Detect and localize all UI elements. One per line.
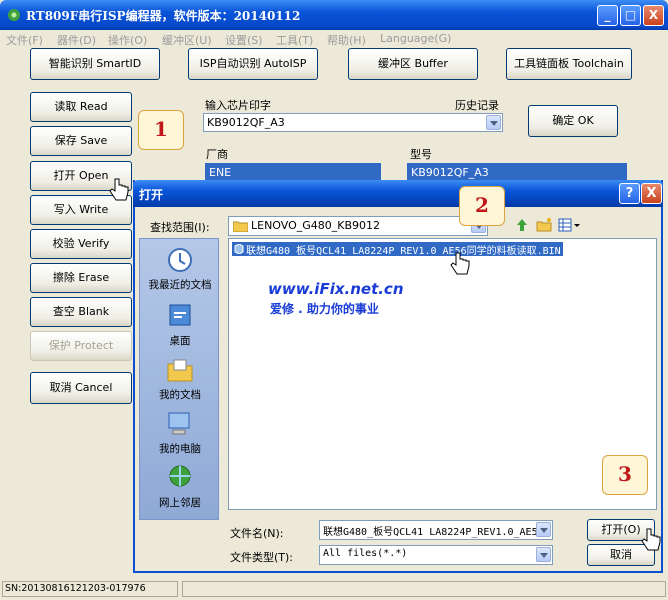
menu-bar: 文件(F) 器件(D) 操作(O) 缓冲区(U) 设置(S) 工具(T) 帮助(… <box>0 30 668 47</box>
filename-label: 文件名(N): <box>230 527 284 540</box>
erase-button[interactable]: 擦除 Erase <box>30 263 132 293</box>
model-field: KB9012QF_A3 <box>407 163 627 181</box>
filetype-label: 文件类型(T): <box>230 551 294 564</box>
hand-cursor-icon <box>109 178 129 201</box>
desktop-icon <box>169 304 191 326</box>
toolchain-button[interactable]: 工具链面板 Toolchain <box>506 48 632 80</box>
maximize-button[interactable]: □ <box>620 5 641 26</box>
menu-settings[interactable]: 设置(S) <box>225 32 263 48</box>
title-bar: RT809F串行ISP编程器，软件版本：20140112 _ □ X <box>0 0 668 30</box>
place-my-documents[interactable]: 我的文档 <box>140 355 220 402</box>
menu-file[interactable]: 文件(F) <box>6 32 43 48</box>
watermark-slogan: 爱修 . 助力你的事业 <box>270 302 379 316</box>
folder-icon <box>233 221 248 232</box>
dialog-close-button[interactable]: X <box>641 183 662 204</box>
menu-language[interactable]: Language(G) <box>380 32 451 45</box>
dialog-title: 打开 <box>139 188 164 202</box>
status-panel <box>182 581 666 597</box>
list-item[interactable]: 联想G480_板号QCL41 LA8224P_REV1.0_AE56同学的料板读… <box>232 242 563 257</box>
chip-input-value: KB9012QF_A3 <box>207 116 285 129</box>
chip-input-combo[interactable]: KB9012QF_A3 <box>203 113 503 132</box>
callout-2: 2 <box>459 186 505 226</box>
dialog-title-bar: 打开 ? X <box>133 180 663 207</box>
lookin-combo[interactable]: LENOVO_G480_KB9012 <box>228 216 488 236</box>
lookin-label: 查找范围(I): <box>150 221 210 234</box>
place-network[interactable]: 网上邻居 <box>140 463 220 510</box>
protect-button[interactable]: 保护 Protect <box>30 331 132 361</box>
my-documents-icon <box>167 359 193 382</box>
minimize-button[interactable]: _ <box>597 5 618 26</box>
filename-value: 联想G480_板号QCL41 LA8224P_REV1.0_AE5( <box>323 527 544 538</box>
save-button[interactable]: 保存 Save <box>30 126 132 156</box>
file-list[interactable]: 联想G480_板号QCL41 LA8224P_REV1.0_AE56同学的料板读… <box>228 238 657 510</box>
menu-buffer[interactable]: 缓冲区(U) <box>162 32 212 48</box>
file-name: 联想G480_板号QCL41 LA8224P_REV1.0_AE56同学的料板读… <box>246 246 561 257</box>
autoisp-button[interactable]: ISP自动识别 AutoISP <box>188 48 318 80</box>
status-bar: SN:20130816121203-017976 <box>2 580 666 598</box>
history-label: 历史记录 <box>455 99 499 112</box>
callout-3: 3 <box>602 455 648 495</box>
confirm-button[interactable]: 确定 OK <box>528 105 618 137</box>
smartid-button[interactable]: 智能识别 SmartID <box>30 48 160 80</box>
network-places-icon <box>169 465 191 487</box>
dialog-help-button[interactable]: ? <box>619 183 640 204</box>
menu-tools[interactable]: 工具(T) <box>276 32 313 48</box>
menu-operation[interactable]: 操作(O) <box>108 32 147 48</box>
filename-combo[interactable]: 联想G480_板号QCL41 LA8224P_REV1.0_AE5( <box>319 520 553 540</box>
serial-number: SN:20130816121203-017976 <box>2 581 178 597</box>
vendor-field: ENE <box>205 163 381 181</box>
places-bar: 我最近的文档 桌面 我的文档 我的电脑 网上邻居 <box>139 238 219 520</box>
chevron-down-icon[interactable] <box>536 522 551 537</box>
place-desktop[interactable]: 桌面 <box>140 301 220 348</box>
recent-documents-icon <box>168 248 192 272</box>
verify-button[interactable]: 校验 Verify <box>30 229 132 259</box>
filetype-value: All files(*.*) <box>323 548 408 559</box>
callout-1: 1 <box>138 110 184 150</box>
place-my-computer[interactable]: 我的电脑 <box>140 409 220 456</box>
chevron-down-icon[interactable] <box>536 547 551 562</box>
model-label: 型号 <box>410 148 432 161</box>
read-button[interactable]: 读取 Read <box>30 92 132 122</box>
menu-device[interactable]: 器件(D) <box>57 32 96 48</box>
up-folder-icon[interactable] <box>514 217 530 233</box>
hand-cursor-icon <box>641 528 661 551</box>
buffer-button[interactable]: 缓冲区 Buffer <box>348 48 478 80</box>
chevron-down-icon[interactable] <box>486 115 501 130</box>
vendor-label: 厂商 <box>206 148 228 161</box>
lookin-value: LENOVO_G480_KB9012 <box>251 219 381 232</box>
place-recent[interactable]: 我最近的文档 <box>140 245 220 292</box>
app-icon <box>8 9 20 21</box>
chip-input-label: 输入芯片印字 <box>205 99 271 112</box>
blank-button[interactable]: 查空 Blank <box>30 297 132 327</box>
my-computer-icon <box>168 412 190 435</box>
watermark-url: www.iFix.net.cn <box>268 280 404 298</box>
filetype-combo[interactable]: All files(*.*) <box>319 545 553 565</box>
menu-help[interactable]: 帮助(H) <box>327 32 366 48</box>
hand-cursor-icon <box>450 252 470 275</box>
cancel-main-button[interactable]: 取消 Cancel <box>30 372 132 404</box>
close-button[interactable]: X <box>643 5 664 26</box>
bin-file-icon <box>234 244 244 254</box>
view-menu-icon[interactable] <box>558 217 580 233</box>
window-title: RT809F串行ISP编程器，软件版本：20140112 <box>26 9 301 23</box>
new-folder-icon[interactable] <box>536 217 552 233</box>
